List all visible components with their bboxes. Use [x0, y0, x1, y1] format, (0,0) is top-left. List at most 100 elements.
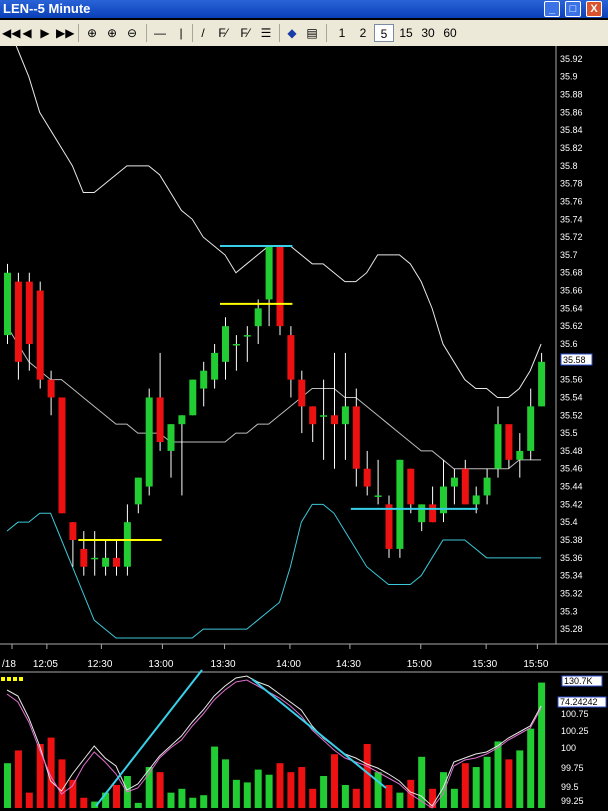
- volume-badge: 130.7K: [564, 676, 593, 686]
- candle-body: [113, 557, 120, 567]
- candle-body: [385, 504, 393, 549]
- interval-1-min-button[interactable]: 1: [333, 24, 351, 42]
- volume-bar: [309, 788, 317, 808]
- fibonacci-extension-icon[interactable]: F⁄: [236, 24, 254, 42]
- first-bar-button[interactable]: ◀◀: [2, 24, 20, 42]
- time-tick-label: 12:30: [87, 659, 112, 670]
- volume-bar: [167, 792, 175, 808]
- candle-body: [320, 415, 328, 417]
- candle-body: [91, 557, 99, 560]
- interval-15-min-button[interactable]: 15: [396, 24, 416, 42]
- volume-bar: [483, 756, 491, 808]
- trend-line-tool-icon[interactable]: /: [196, 24, 210, 42]
- fibonacci-fan-icon[interactable]: F⁄: [214, 24, 232, 42]
- interval-5-min-button[interactable]: 5: [374, 24, 394, 42]
- volume-bar: [134, 802, 142, 808]
- time-tick-label: 14:00: [276, 659, 301, 670]
- volume-bar: [331, 754, 338, 808]
- price-tick-label: 35.46: [560, 464, 583, 474]
- price-tick-label: 35.68: [560, 268, 583, 278]
- candle-body: [156, 397, 164, 442]
- price-tick-label: 35.42: [560, 499, 583, 509]
- candle-body: [200, 370, 208, 389]
- indicator-icon[interactable]: ◆: [284, 24, 300, 42]
- time-tick-label: /18: [2, 659, 16, 670]
- toolbar-divider: [326, 24, 327, 42]
- window-title: LEN--5 Minute: [3, 1, 91, 16]
- lower-axis-label: 99.5: [561, 782, 579, 792]
- candle-body: [178, 415, 186, 425]
- volume-bar: [58, 759, 66, 808]
- volume-bar: [36, 744, 44, 808]
- candle-body: [309, 406, 317, 425]
- last-bar-button[interactable]: ▶▶: [56, 24, 74, 42]
- lower-axis-label: 99.75: [561, 763, 584, 773]
- candle-body: [418, 504, 426, 523]
- price-tick-label: 35.52: [560, 410, 583, 420]
- volume-bar: [25, 792, 33, 808]
- candle-body: [58, 397, 66, 514]
- marker-square: [13, 677, 17, 681]
- volume-bar: [47, 737, 55, 808]
- volume-bar: [14, 750, 22, 808]
- volume-bar: [516, 750, 524, 808]
- price-tick-label: 35.34: [560, 571, 583, 581]
- horizontal-line-tool-icon[interactable]: —: [152, 24, 168, 42]
- candle-body: [25, 281, 33, 344]
- lower-axis-label: 100: [561, 743, 576, 753]
- price-tick-label: 35.72: [560, 232, 583, 242]
- candle-body: [265, 246, 273, 300]
- volume-bar: [505, 759, 513, 808]
- interval-60-min-button[interactable]: 60: [440, 24, 460, 42]
- chart-background: [0, 46, 608, 811]
- candle-body: [472, 495, 480, 505]
- vertical-line-tool-icon[interactable]: |: [174, 24, 188, 42]
- volume-bar: [276, 763, 284, 808]
- candle-body: [483, 477, 491, 496]
- candle-body: [134, 477, 142, 505]
- zoom-plus-icon[interactable]: ⊕: [104, 24, 120, 42]
- price-tick-label: 35.62: [560, 321, 583, 331]
- price-chart[interactable]: 35.92 35.9 35.88 35.86 35.84 35.82 35.8 35.78 35…: [0, 46, 608, 811]
- candle-body: [276, 246, 284, 327]
- fibonacci-retracement-icon[interactable]: ☰: [258, 24, 274, 42]
- next-bar-button[interactable]: ▶: [38, 24, 52, 42]
- price-tick-label: 35.82: [560, 143, 583, 153]
- toolbar-divider: [192, 24, 193, 42]
- time-tick-label: 15:50: [523, 659, 548, 670]
- previous-bar-button[interactable]: ◀: [20, 24, 34, 42]
- zoom-in-icon[interactable]: ⊕: [84, 24, 100, 42]
- candle-body: [450, 477, 458, 487]
- volume-bar: [211, 746, 219, 808]
- candle-body: [527, 406, 535, 451]
- close-button[interactable]: X: [586, 1, 602, 17]
- candle-body: [69, 522, 77, 540]
- lower-axis-label: 100.75: [561, 709, 589, 719]
- candle-body: [243, 335, 251, 337]
- candle-body: [222, 326, 229, 362]
- candle-body: [461, 468, 469, 505]
- maximize-button[interactable]: □: [565, 1, 581, 17]
- time-tick-label: 15:30: [472, 659, 497, 670]
- volume-bar: [352, 788, 360, 808]
- toolbar-divider: [78, 24, 79, 42]
- price-tick-label: 35.76: [560, 196, 583, 206]
- interval-30-min-button[interactable]: 30: [418, 24, 438, 42]
- candle: [145, 388, 153, 496]
- volume-bar: [189, 797, 197, 808]
- chart-properties-icon[interactable]: ▤: [304, 24, 320, 42]
- price-tick-label: 35.74: [560, 214, 583, 224]
- price-tick-label: 35.9: [560, 72, 578, 82]
- candle-body: [407, 468, 415, 505]
- title-bar: LEN--5 Minute _ □ X: [0, 0, 608, 18]
- minimize-button[interactable]: _: [544, 1, 560, 17]
- volume-bar: [374, 772, 382, 808]
- volume-bar: [243, 782, 251, 808]
- interval-2-min-button[interactable]: 2: [354, 24, 372, 42]
- candle-body: [36, 290, 44, 380]
- volume-bar: [396, 792, 404, 808]
- volume-bar: [178, 788, 186, 808]
- zoom-out-icon[interactable]: ⊖: [124, 24, 140, 42]
- price-tick-label: 35.38: [560, 535, 583, 545]
- candle: [58, 397, 66, 514]
